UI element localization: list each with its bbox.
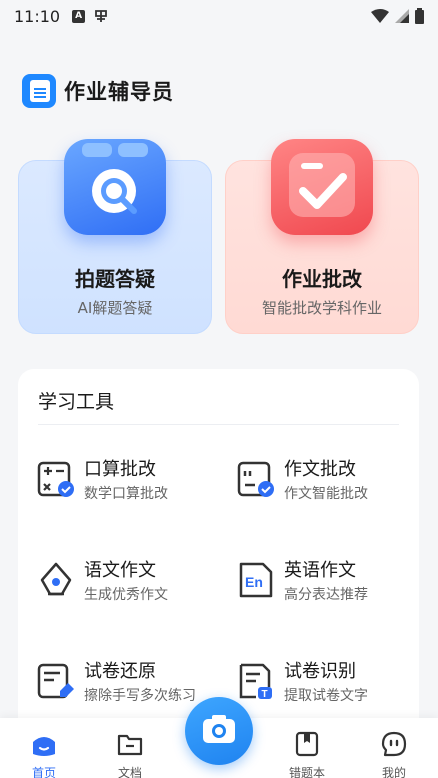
bookmark-book-icon [295, 731, 319, 757]
svg-text:T: T [262, 689, 268, 700]
tool-paper-recognition[interactable]: T 试卷识别 提取试卷文字 [236, 655, 426, 711]
nav-label: 我的 [381, 766, 406, 778]
tool-english-essay[interactable]: En 英语作文 高分表达推荐 [236, 554, 426, 610]
app-logo-icon [22, 74, 56, 108]
divider [38, 424, 399, 425]
study-tools-panel: 学习工具 口算批改 数学口算批改 作文批改 作文智能批改 语文作文 生成优秀作文 [18, 369, 419, 749]
homework-check-card[interactable]: 作业批改 智能批改学科作业 [225, 139, 419, 334]
eraser-doc-icon [37, 663, 74, 699]
nav-label: 首页 [31, 766, 56, 778]
checkmark-icon [271, 139, 373, 235]
battery-icon [415, 8, 424, 24]
essay-check-icon [237, 461, 274, 497]
status-time: 11:10 [14, 6, 61, 26]
home-icon [33, 737, 55, 756]
tool-title: 试卷还原 [84, 661, 156, 682]
tool-title: 作文批改 [284, 459, 356, 480]
tool-subtitle: 数学口算批改 [84, 486, 168, 502]
feature-subtitle: AI解题答疑 [77, 299, 153, 317]
calc-check-icon [37, 461, 74, 497]
notification-a-icon: A [72, 9, 86, 23]
status-bar: 11:10 A [0, 0, 438, 32]
nav-documents[interactable]: 文档 [100, 730, 160, 778]
photo-question-card[interactable]: 拍题答疑 AI解题答疑 [18, 139, 212, 334]
notification-app-icon [95, 10, 108, 22]
camera-icon [203, 715, 235, 743]
nav-mistakes[interactable]: 错题本 [277, 730, 337, 778]
tool-subtitle: 提取试卷文字 [284, 688, 368, 704]
pen-nib-icon [40, 562, 72, 596]
tool-essay-check[interactable]: 作文批改 作文智能批改 [236, 453, 426, 509]
tool-subtitle: 擦除手写多次练习 [84, 688, 196, 704]
nav-label: 文档 [117, 766, 142, 778]
tool-title: 英语作文 [284, 560, 356, 581]
nav-profile[interactable]: 我的 [364, 730, 424, 778]
english-doc-icon: En [239, 562, 273, 598]
ocr-doc-icon: T [239, 663, 272, 700]
chat-face-icon [381, 731, 407, 757]
tool-chinese-essay[interactable]: 语文作文 生成优秀作文 [36, 554, 226, 610]
tool-title: 语文作文 [84, 560, 156, 581]
magnifier-icon [64, 139, 166, 235]
feature-title: 作业批改 [282, 267, 362, 291]
tool-subtitle: 高分表达推荐 [284, 587, 368, 603]
app-header: 作业辅导员 [22, 74, 174, 108]
nav-home[interactable]: 首页 [14, 730, 74, 778]
camera-button[interactable] [185, 697, 253, 765]
svg-text:En: En [245, 574, 263, 590]
feature-subtitle: 智能批改学科作业 [261, 299, 382, 317]
feature-title: 拍题答疑 [75, 267, 155, 291]
wifi-icon [371, 9, 389, 23]
tool-title: 试卷识别 [284, 661, 356, 682]
tool-title: 口算批改 [84, 459, 156, 480]
tool-oral-calc-check[interactable]: 口算批改 数学口算批改 [36, 453, 226, 509]
tool-subtitle: 生成优秀作文 [84, 587, 168, 603]
app-title: 作业辅导员 [64, 80, 174, 104]
tool-subtitle: 作文智能批改 [284, 486, 368, 502]
signal-icon [395, 9, 409, 23]
tools-title: 学习工具 [38, 391, 115, 413]
folder-icon [117, 734, 143, 756]
nav-label: 错题本 [288, 766, 325, 778]
